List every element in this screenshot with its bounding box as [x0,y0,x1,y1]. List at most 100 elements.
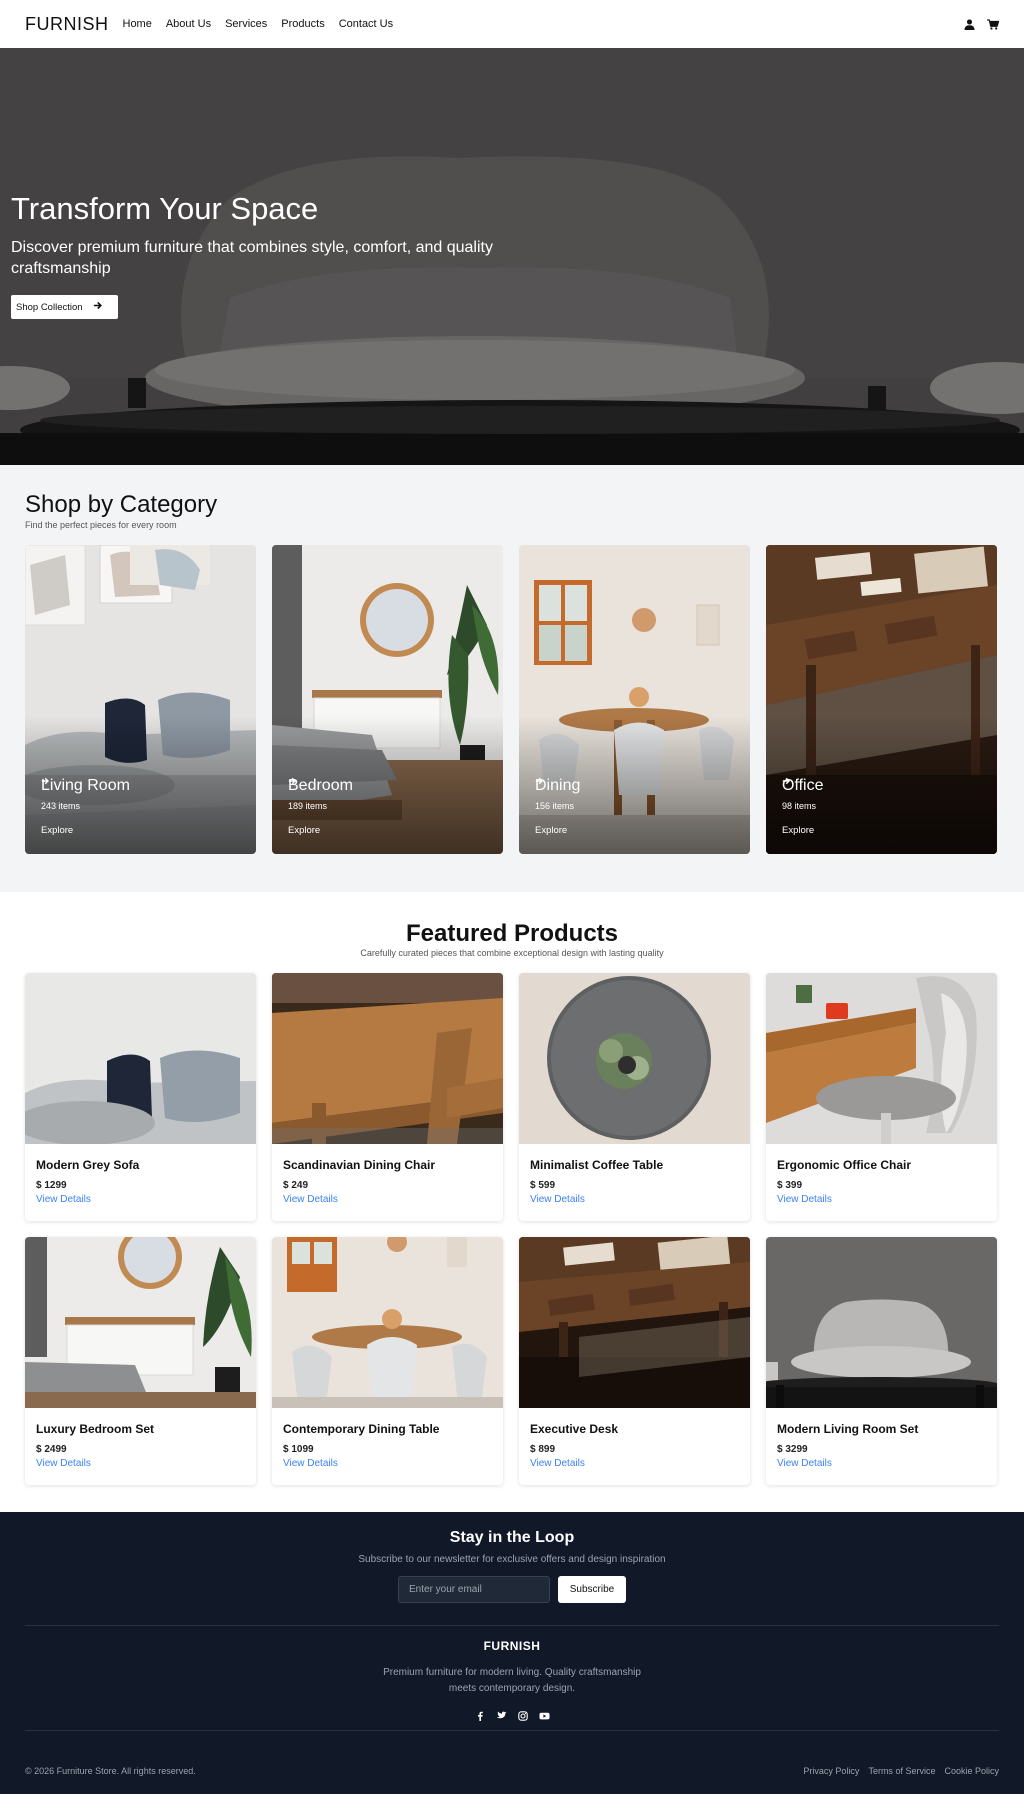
nav-icons [964,18,999,30]
category-explore-link[interactable]: Explore [782,777,824,836]
arrow-right-icon [93,301,102,313]
product-price: $ 899 [530,1444,556,1455]
newsletter-email-input[interactable] [398,1576,550,1603]
social-links [0,1708,1024,1726]
product-name: Modern Living Room Set [777,1422,919,1436]
product-image [519,1237,750,1408]
product-name: Contemporary Dining Table [283,1422,440,1436]
product-card-executive-desk[interactable]: Executive Desk $ 899 View Details [519,1237,750,1485]
product-image [272,1237,503,1408]
product-price: $ 399 [777,1180,803,1191]
product-price: $ 1099 [283,1444,314,1455]
category-section-subtitle: Find the perfect pieces for every room [25,520,177,530]
product-card-ergonomic-office-chair[interactable]: Ergonomic Office Chair $ 399 View Detail… [766,973,997,1221]
explore-label: Explore [288,825,321,836]
product-card-contemporary-dining-table[interactable]: Contemporary Dining Table $ 1099 View De… [272,1237,503,1485]
category-count: 156 items [535,801,575,811]
nav-link-contact[interactable]: Contact Us [339,18,393,30]
category-count: 243 items [41,801,81,811]
category-info: Dining 156 items Explore [535,777,580,836]
brand-logo[interactable]: FURNISH [25,14,109,35]
nav-link-about[interactable]: About Us [166,18,211,30]
shop-collection-label: Shop Collection [16,301,83,313]
category-explore-link[interactable]: Explore [288,777,353,836]
category-explore-link[interactable]: Explore [41,777,130,836]
featured-section-subtitle: Carefully curated pieces that combine ex… [360,948,664,958]
product-card-modern-grey-sofa[interactable]: Modern Grey Sofa $ 1299 View Details [25,973,256,1221]
product-name: Ergonomic Office Chair [777,1158,912,1172]
legal-links: Privacy Policy Terms of Service Cookie P… [803,1766,999,1776]
category-explore-link[interactable]: Explore [535,777,580,836]
view-details-link[interactable]: View Details [36,1194,91,1205]
youtube-icon[interactable] [539,1708,550,1726]
newsletter-title: Stay in the Loop [449,1529,575,1546]
user-icon[interactable] [964,18,975,30]
product-image [272,973,503,1144]
category-section-title: Shop by Category [25,491,218,518]
view-details-link[interactable]: View Details [36,1458,91,1469]
newsletter-subtitle: Subscribe to our newsletter for exclusiv… [358,1554,666,1565]
view-details-link[interactable]: View Details [530,1458,585,1469]
subscribe-button[interactable]: Subscribe [558,1576,626,1603]
explore-label: Explore [535,825,568,836]
explore-label: Explore [41,825,74,836]
hero-content: Transform Your Space Discover premium fu… [11,191,511,319]
category-info: Bedroom 189 items Explore [288,777,353,836]
cookie-policy-link[interactable]: Cookie Policy [944,1766,999,1776]
view-details-link[interactable]: View Details [777,1194,832,1205]
product-name: Minimalist Coffee Table [530,1158,664,1172]
twitter-icon[interactable] [496,1708,507,1726]
featured-section-title: Featured Products [405,920,619,947]
category-info: Living Room 243 items Explore [41,777,130,836]
terms-of-service-link[interactable]: Terms of Service [868,1766,935,1776]
instagram-icon[interactable] [517,1708,528,1726]
product-price: $ 1299 [36,1180,67,1191]
product-image [519,973,750,1144]
product-price: $ 249 [283,1180,309,1191]
product-card-scandinavian-dining-chair[interactable]: Scandinavian Dining Chair $ 249 View Det… [272,973,503,1221]
category-info: Office 98 items Explore [782,777,824,836]
category-count: 189 items [288,801,328,811]
category-card-bedroom[interactable]: Bedroom 189 items Explore [272,545,503,854]
product-image [766,973,997,1144]
nav-link-services[interactable]: Services [225,18,267,30]
nav-link-home[interactable]: Home [123,18,152,30]
category-name: Bedroom [288,777,353,794]
view-details-link[interactable]: View Details [530,1194,585,1205]
product-card-minimalist-coffee-table[interactable]: Minimalist Coffee Table $ 599 View Detai… [519,973,750,1221]
product-name: Luxury Bedroom Set [36,1422,155,1436]
hero-title: Transform Your Space [11,191,319,226]
explore-label: Explore [782,825,815,836]
hero-banner: Transform Your Space Discover premium fu… [0,48,1024,465]
view-details-link[interactable]: View Details [283,1458,338,1469]
product-price: $ 599 [530,1180,556,1191]
product-card-modern-living-room-set[interactable]: Modern Living Room Set $ 3299 View Detai… [766,1237,997,1485]
category-section: Shop by Category Find the perfect pieces… [0,465,1024,892]
footer-tagline: Premium furniture for modern living. Qua… [383,1667,641,1694]
nav-link-products[interactable]: Products [281,18,324,30]
hero-subtitle: Discover premium furniture that combines… [11,239,493,277]
category-card-dining[interactable]: Dining 156 items Explore [519,545,750,854]
view-details-link[interactable]: View Details [777,1458,832,1469]
category-name: Living Room [41,777,130,794]
footer-brand: FURNISH [483,1639,541,1653]
product-name: Modern Grey Sofa [36,1158,140,1172]
product-price: $ 3299 [777,1444,808,1455]
footer: Stay in the Loop Subscribe to our newsle… [0,1512,1024,1794]
product-name: Executive Desk [530,1422,619,1436]
shop-collection-button[interactable]: Shop Collection [11,295,118,319]
view-details-link[interactable]: View Details [283,1194,338,1205]
product-image [25,973,256,1144]
product-card-luxury-bedroom-set[interactable]: Luxury Bedroom Set $ 2499 View Details [25,1237,256,1485]
top-nav: FURNISH Home About Us Services Products … [0,0,1024,48]
category-card-office[interactable]: Office 98 items Explore [766,545,997,854]
category-card-living-room[interactable]: Living Room 243 items Explore [25,545,256,854]
footer-divider [25,1625,999,1626]
product-image [25,1237,256,1408]
product-name: Scandinavian Dining Chair [283,1158,436,1172]
facebook-icon[interactable] [475,1708,485,1726]
privacy-policy-link[interactable]: Privacy Policy [803,1766,859,1776]
cart-icon[interactable] [987,18,999,30]
nav-links: Home About Us Services Products Contact … [123,18,394,30]
footer-divider [25,1730,999,1731]
